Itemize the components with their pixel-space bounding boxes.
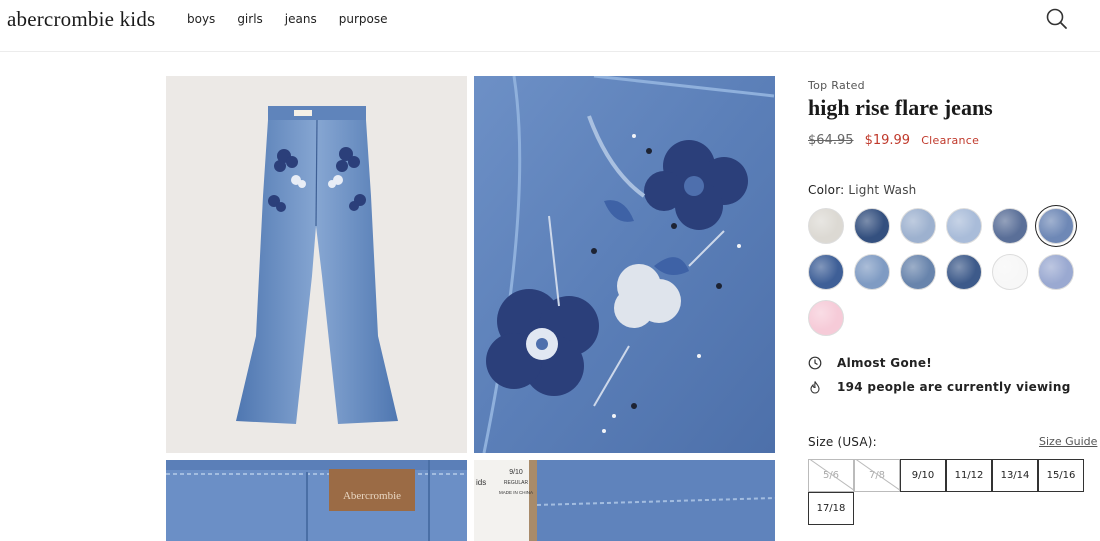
selected-color-name: Light Wash <box>848 183 917 197</box>
color-swatch[interactable] <box>1038 254 1074 290</box>
main-nav: boys girls jeans purpose <box>187 12 409 26</box>
color-swatch[interactable] <box>900 254 936 290</box>
viewing-status: 194 people are currently viewing <box>808 380 1071 394</box>
color-swatch[interactable] <box>946 254 982 290</box>
size-guide-link[interactable]: Size Guide <box>1039 435 1097 448</box>
size-option[interactable]: 9/10 <box>900 459 946 492</box>
color-label-text: Color: <box>808 183 845 197</box>
site-header: abercrombie kids boys girls jeans purpos… <box>0 0 1100 52</box>
color-label: Color: Light Wash <box>808 183 916 197</box>
nav-boys[interactable]: boys <box>187 12 215 26</box>
clock-icon <box>808 356 822 370</box>
top-rated-badge: Top Rated <box>808 79 865 92</box>
nav-purpose[interactable]: purpose <box>339 12 388 26</box>
clearance-tag: Clearance <box>921 134 980 147</box>
product-image-back[interactable]: Abercrombie <box>166 460 467 541</box>
size-option[interactable]: 13/14 <box>992 459 1038 492</box>
low-stock-text: Almost Gone! <box>837 356 933 370</box>
size-option[interactable]: 7/8 <box>854 459 900 492</box>
search-icon[interactable] <box>1044 6 1070 32</box>
low-stock-status: Almost Gone! <box>808 356 932 370</box>
color-swatch[interactable] <box>946 208 982 244</box>
size-label: Size (USA): <box>808 435 877 449</box>
flame-icon <box>810 381 820 394</box>
color-swatch[interactable] <box>992 208 1028 244</box>
color-swatch[interactable] <box>808 300 844 336</box>
product-image-label[interactable]: ids 9/10 REGULAR MADE IN CHINA <box>474 460 775 541</box>
color-swatch[interactable] <box>992 254 1028 290</box>
product-image-embroidery[interactable] <box>474 76 775 453</box>
color-swatch[interactable] <box>808 254 844 290</box>
price-block: $64.95 $19.99 Clearance <box>808 129 979 148</box>
size-option[interactable]: 17/18 <box>808 492 854 525</box>
color-swatch[interactable] <box>1038 208 1074 244</box>
nav-jeans[interactable]: jeans <box>285 12 317 26</box>
product-image-front[interactable] <box>166 76 467 453</box>
label-size-text: 9/10 <box>509 469 523 476</box>
original-price: $64.95 <box>808 133 854 148</box>
color-swatch[interactable] <box>900 208 936 244</box>
product-title: high rise flare jeans <box>808 95 993 120</box>
leather-patch-text: Abercrombie <box>343 490 401 502</box>
size-option[interactable]: 15/16 <box>1038 459 1084 492</box>
color-swatch[interactable] <box>854 208 890 244</box>
size-option[interactable]: 5/6 <box>808 459 854 492</box>
label-brand-text: ids <box>476 478 486 487</box>
label-origin-text: MADE IN CHINA <box>499 490 533 495</box>
viewing-text: 194 people are currently viewing <box>837 380 1071 394</box>
size-option[interactable]: 11/12 <box>946 459 992 492</box>
nav-girls[interactable]: girls <box>237 12 262 26</box>
color-swatch[interactable] <box>854 254 890 290</box>
label-fit-text: REGULAR <box>504 480 529 486</box>
brand-logo[interactable]: abercrombie kids <box>7 7 155 32</box>
sale-price: $19.99 <box>864 133 911 148</box>
color-swatch[interactable] <box>808 208 844 244</box>
